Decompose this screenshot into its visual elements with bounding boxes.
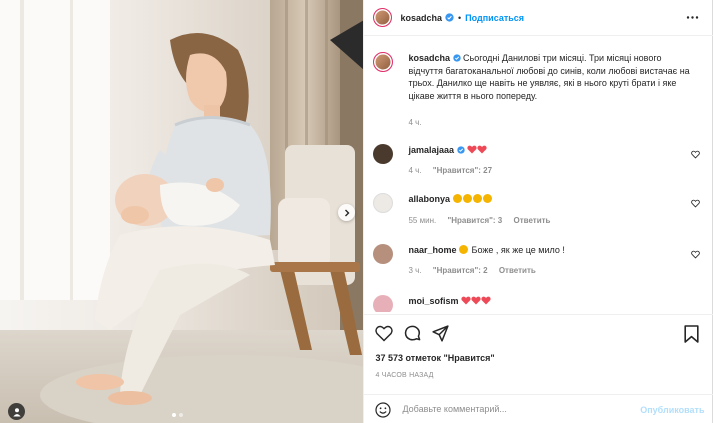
red-heart-emoji [467,145,477,154]
commenter-username[interactable]: allabonya [408,194,450,204]
share-icon[interactable] [432,325,450,342]
comment-likes[interactable]: "Нравится": 3 [447,216,502,225]
comments-scroll-area[interactable]: kosadcha Сьогодні Данилові три місяці. Т… [364,38,713,312]
red-heart-emoji [477,145,487,154]
caption-meta: 4 ч. [408,118,430,127]
author-avatar[interactable] [373,52,394,72]
comment-item: naar_home Боже , як же це мило ! 3 ч. "Н… [373,244,703,284]
like-comment-icon[interactable] [691,150,701,159]
heart-eyes-emoji [472,194,482,203]
red-heart-emoji [471,296,481,305]
author-avatar[interactable] [373,8,393,27]
comment-meta: 4 ч. "Нравится": 27 [408,166,501,175]
user-tag-icon [12,407,21,416]
commenter-username[interactable]: naar_home [408,245,456,255]
heart-eyes-emoji [459,245,469,254]
caption-text: kosadcha Сьогодні Данилові три місяці. Т… [408,52,694,102]
caption-body: Сьогодні Данилові три місяці. Три місяці… [408,53,690,101]
like-icon[interactable] [375,325,394,342]
comment-meta: 55 мин. "Нравится": 3 Ответить [408,216,559,225]
reply-button[interactable]: Ответить [514,216,551,225]
comment-input[interactable] [402,401,623,417]
publish-button[interactable]: Опубликовать [640,405,704,415]
comment-text: allabonya [408,193,694,206]
comment-text: naar_home Боже , як же це мило ! [408,244,694,257]
comment-likes[interactable]: "Нравится": 27 [433,166,492,175]
emoji-icon[interactable] [375,402,392,418]
next-slide-button[interactable] [338,204,355,221]
comment-body: Боже , як же це мило ! [471,245,565,255]
comment-text: moi_sofism [408,295,694,308]
caption-author[interactable]: kosadcha [408,53,450,63]
comment-item: moi_sofism [373,295,703,312]
comment-meta: 3 ч. "Нравится": 2 Ответить [408,266,544,275]
post-media[interactable] [0,0,364,423]
commenter-username[interactable]: moi_sofism [408,296,458,306]
caption: kosadcha Сьогодні Данилові три місяці. Т… [373,52,703,137]
comment-icon[interactable] [404,325,421,342]
heart-eyes-emoji [452,194,462,203]
post-photo [0,0,364,423]
user-tag-button[interactable] [8,403,25,420]
comment-age: 55 мин. [408,216,437,225]
heart-eyes-emoji [462,194,472,203]
comment-item: allabonya 55 мин. "Нравится": 3 Ответить [373,193,703,233]
commenter-avatar[interactable] [373,244,394,264]
next-slide-icon [344,209,349,216]
author-username[interactable]: kosadcha [400,13,442,23]
reply-button[interactable]: Ответить [499,266,536,275]
comment-item: jamalajaaa 4 ч. "Нравится": 27 [373,144,703,184]
comment-age: 3 ч. [408,266,422,275]
comment-composer: Опубликовать [364,394,713,423]
follow-button[interactable]: Подписаться [465,13,524,23]
post-header: kosadcha • Подписаться [364,0,713,36]
commenter-avatar[interactable] [373,295,394,312]
commenter-avatar[interactable] [373,193,394,213]
header-separator: • [458,12,462,23]
red-heart-emoji [461,296,471,305]
likes-count[interactable]: 37 573 отметок "Нравится" [375,353,494,363]
comment-age: 4 ч. [408,166,422,175]
commenter-username[interactable]: jamalajaaa [408,145,454,155]
post-timestamp[interactable]: 4 ЧАСОВ НАЗАД [375,372,433,379]
commenter-avatar[interactable] [373,144,394,164]
post-dialog: kosadcha • Подписаться kosadcha Сьогодні… [0,0,713,423]
carousel-dot [172,413,176,417]
red-heart-emoji [481,296,491,305]
more-options-icon[interactable] [686,11,699,24]
comment-likes[interactable]: "Нравится": 2 [433,266,488,275]
post-action-bar [364,314,713,350]
verified-badge-icon [445,13,454,22]
like-comment-icon[interactable] [691,250,701,259]
like-comment-icon[interactable] [691,199,701,208]
carousel-dot [179,413,183,417]
caption-age: 4 ч. [408,118,422,127]
bookmark-icon[interactable] [684,325,700,343]
carousel-indicator [172,413,183,417]
verified-badge-icon [452,54,461,62]
heart-eyes-emoji [482,194,492,203]
verified-badge-icon [456,146,465,154]
post-side-panel: kosadcha • Подписаться kosadcha Сьогодні… [363,0,713,423]
comment-text: jamalajaaa [408,144,694,157]
